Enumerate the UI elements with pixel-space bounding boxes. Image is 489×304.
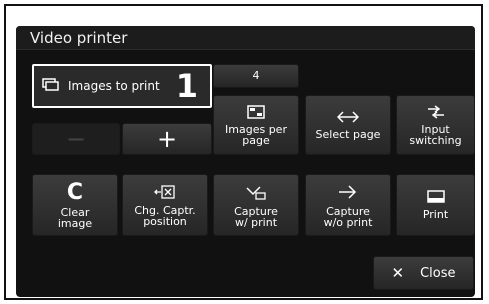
images-per-page-label: Images per page <box>225 122 287 147</box>
select-page-button[interactable]: Select page <box>305 95 391 155</box>
input-switching-button[interactable]: Input switching <box>396 95 475 155</box>
capture-without-print-button[interactable]: Capture w/o print <box>305 174 391 236</box>
close-icon: ✕ <box>391 263 405 282</box>
capture-print-icon <box>245 183 267 203</box>
images-per-page-button[interactable]: Images per page <box>213 95 299 155</box>
clear-image-button[interactable]: C Clear image <box>32 174 118 236</box>
window-title: Video printer <box>16 26 475 50</box>
print-button[interactable]: Print <box>396 174 475 236</box>
change-capture-position-button[interactable]: Chg. Captr. position <box>122 174 208 236</box>
capture-position-icon <box>154 184 176 202</box>
print-icon <box>426 190 445 206</box>
images-per-page-count: 4 <box>213 64 299 88</box>
capture-arrow-icon <box>337 183 359 203</box>
double-arrow-icon <box>336 110 360 126</box>
video-printer-panel: Video printer Images to print 1 4 − + Im… <box>16 26 475 297</box>
grid-icon <box>247 104 265 121</box>
input-switch-icon <box>426 104 446 121</box>
close-button[interactable]: ✕ Close <box>373 256 474 290</box>
increment-button[interactable]: + <box>122 123 212 155</box>
clear-icon: C <box>66 179 84 205</box>
capture-with-print-button[interactable]: Capture w/ print <box>213 174 299 236</box>
images-to-print-label: Images to print <box>68 79 160 93</box>
close-label: Close <box>420 265 456 281</box>
callout-number: 1 <box>175 67 198 105</box>
images-to-print-button[interactable]: Images to print 1 <box>32 64 212 108</box>
decrement-button[interactable]: − <box>32 123 120 155</box>
layers-icon <box>42 78 60 98</box>
